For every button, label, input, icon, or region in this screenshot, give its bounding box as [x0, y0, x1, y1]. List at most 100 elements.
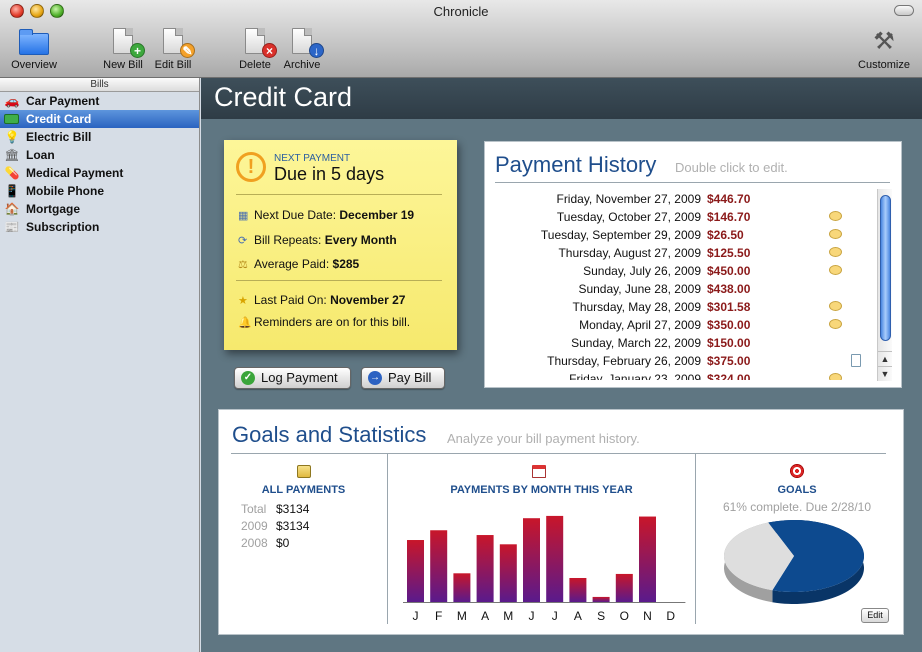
history-row[interactable]: Thursday, February 26, 2009 $375.00: [495, 352, 877, 370]
payment-date: Sunday, March 22, 2009: [571, 336, 701, 350]
attachment-icon[interactable]: [851, 354, 861, 367]
history-row[interactable]: Tuesday, October 27, 2009 $146.70: [495, 208, 877, 226]
folder-icon: [19, 28, 49, 56]
goals-status: 61% complete. Due 2/28/10: [722, 500, 872, 514]
bar-j-0: [407, 540, 424, 602]
sidebar-item-medical-payment[interactable]: 💊 Medical Payment: [0, 164, 199, 182]
scrollbar-thumb[interactable]: [880, 195, 891, 341]
sidebar-item-label: Electric Bill: [26, 130, 92, 144]
goals-statistics-hint: Analyze your bill payment history.: [447, 431, 640, 446]
payment-amount: $350.00: [707, 318, 751, 332]
payment-amount: $446.70: [707, 192, 751, 206]
note-icon[interactable]: [829, 319, 842, 329]
history-row[interactable]: Friday, November 27, 2009 $446.70: [495, 190, 877, 208]
window-title: Chronicle: [433, 4, 489, 19]
stat-value: $3134: [276, 519, 310, 533]
credit-card-icon: [4, 112, 20, 126]
toolbar-toggle-button[interactable]: [894, 5, 914, 16]
history-row[interactable]: Thursday, May 28, 2009 $301.58: [495, 298, 877, 316]
history-row[interactable]: Sunday, March 22, 2009 $150.00: [495, 334, 877, 352]
alert-icon: !: [236, 152, 266, 182]
next-payment-label: NEXT PAYMENT: [274, 153, 351, 164]
sidebar-item-mortgage[interactable]: 🏠 Mortgage: [0, 200, 199, 218]
history-row[interactable]: Monday, April 27, 2009 $350.00: [495, 316, 877, 334]
month-label: J: [412, 609, 419, 623]
archive-button[interactable]: ↓ Archive: [281, 28, 324, 71]
note-icon[interactable]: [829, 301, 842, 311]
note-icon[interactable]: [829, 247, 842, 257]
customize-button[interactable]: ⚒ Customize: [854, 28, 914, 71]
goals-statistics-title: Goals and Statistics: [232, 422, 427, 447]
reminders-status: 🔔 Reminders are on for this bill.: [238, 315, 411, 329]
payment-history-title: Payment History: [495, 152, 657, 177]
history-row[interactable]: Sunday, June 28, 2009 $438.00: [495, 280, 877, 298]
next-payment-note: ! NEXT PAYMENT Due in 5 days ▦ Next Due D…: [224, 140, 457, 350]
history-row[interactable]: Sunday, July 26, 2009 $450.00: [495, 262, 877, 280]
month-label: A: [573, 609, 582, 623]
history-scrollbar[interactable]: ▲ ▼: [877, 189, 892, 381]
scroll-up-arrow[interactable]: ▲: [878, 351, 892, 365]
scroll-down-arrow[interactable]: ▼: [878, 366, 892, 380]
goals-heading: GOALS: [777, 484, 817, 496]
sidebar-item-credit-card[interactable]: Credit Card: [0, 110, 199, 128]
edit-bill-button[interactable]: ✎ Edit Bill: [152, 28, 195, 71]
bar-s-8: [592, 596, 610, 602]
month-label: M: [503, 609, 514, 623]
next-payment-value: Due in 5 days: [274, 164, 385, 184]
car-icon: 🚗: [4, 94, 20, 108]
phone-icon: 📱: [4, 184, 20, 198]
star-icon: ★: [238, 295, 248, 307]
payment-date: Monday, April 27, 2009: [579, 318, 701, 332]
overview-button[interactable]: Overview: [8, 28, 60, 71]
note-icon[interactable]: [829, 211, 842, 221]
newspaper-icon: 📰: [4, 220, 20, 234]
window-titlebar: Chronicle Overview + New Bill ✎ Edit Bil…: [0, 0, 922, 78]
month-label: F: [435, 609, 443, 623]
edit-goal-button[interactable]: Edit: [861, 608, 889, 623]
month-label: M: [456, 609, 467, 623]
note-divider: [236, 194, 442, 195]
goals-divider: [231, 453, 886, 454]
sidebar-item-electric-bill[interactable]: 💡 Electric Bill: [0, 128, 199, 146]
column-divider: [695, 454, 696, 624]
payment-date: Sunday, June 28, 2009: [578, 282, 701, 296]
stat-label: 2009: [241, 519, 268, 533]
bar-m-4: [499, 544, 517, 602]
history-row[interactable]: Friday, January 23, 2009 $324.00: [495, 370, 877, 380]
sidebar-item-label: Car Payment: [26, 94, 100, 108]
month-label: N: [643, 609, 652, 623]
average-paid: ⚖ Average Paid: $285: [238, 257, 360, 271]
sidebar-item-loan[interactable]: 🏛 Loan: [0, 146, 199, 164]
bar-j-6: [546, 515, 564, 602]
bar-f-1: [430, 530, 448, 602]
checkmark-icon: ✓: [241, 371, 255, 385]
tools-icon: ⚒: [873, 28, 895, 55]
history-row[interactable]: Tuesday, September 29, 2009 $26.50: [495, 226, 877, 244]
sidebar-item-car-payment[interactable]: 🚗 Car Payment: [0, 92, 199, 110]
bar-n-10: [639, 516, 656, 602]
pay-bill-button[interactable]: → Pay Bill: [361, 367, 445, 389]
note-icon[interactable]: [829, 229, 842, 239]
history-row[interactable]: Thursday, August 27, 2009 $125.50: [495, 244, 877, 262]
log-payment-button[interactable]: ✓ Log Payment: [234, 367, 351, 389]
note-icon[interactable]: [829, 265, 842, 275]
payment-history-list[interactable]: Friday, November 27, 2009 $446.70 Tuesday,…: [495, 190, 877, 380]
bank-icon: 🏛: [4, 148, 20, 162]
sidebar-item-mobile-phone[interactable]: 📱 Mobile Phone: [0, 182, 199, 200]
stat-label: 2008: [241, 536, 268, 550]
sidebar-item-label: Mortgage: [26, 202, 80, 216]
delete-button[interactable]: × Delete: [236, 28, 277, 71]
all-payments-heading: ALL PAYMENTS: [261, 484, 346, 496]
sidebar-item-label: Mobile Phone: [26, 184, 104, 198]
month-label: S: [597, 609, 606, 623]
bar-m-2: [453, 573, 471, 602]
sidebar-item-label: Credit Card: [26, 112, 92, 126]
note-icon[interactable]: [829, 373, 842, 380]
payment-amount: $375.00: [707, 354, 751, 368]
sidebar-item-subscription[interactable]: 📰 Subscription: [0, 218, 199, 236]
bill-repeats: ⟳ Bill Repeats: Every Month: [238, 233, 397, 247]
new-bill-button[interactable]: + New Bill: [100, 28, 146, 71]
stat-value: $0: [276, 536, 290, 550]
payment-date: Sunday, July 26, 2009: [583, 264, 701, 278]
calendar-icon: ▦: [238, 210, 249, 222]
